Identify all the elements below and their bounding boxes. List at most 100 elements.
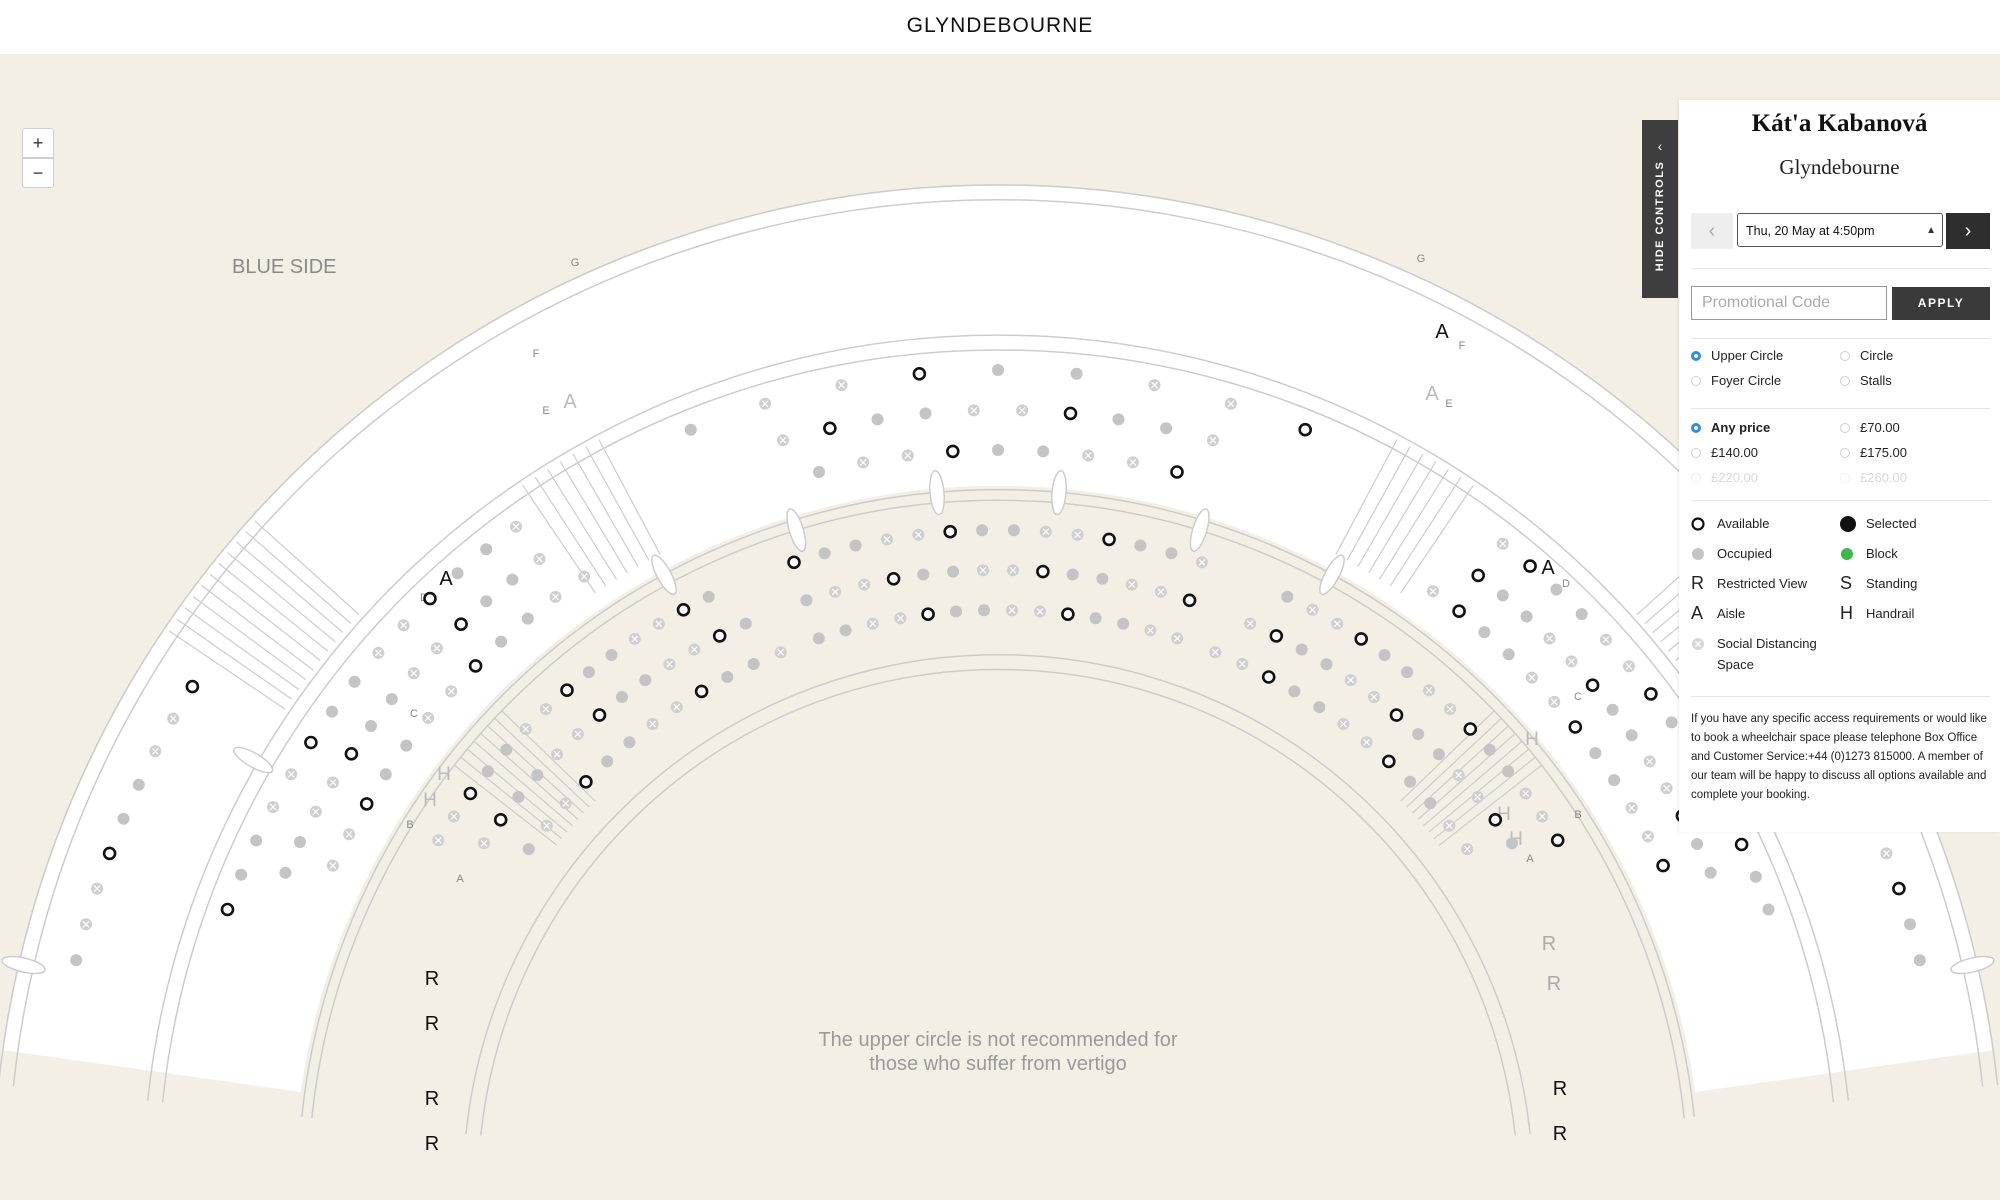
seat[interactable] bbox=[1102, 532, 1116, 547]
seat[interactable] bbox=[1568, 720, 1583, 734]
available-seat-icon[interactable] bbox=[1892, 881, 1906, 896]
seat[interactable] bbox=[943, 524, 958, 539]
available-seat-icon[interactable] bbox=[1550, 833, 1565, 848]
seat[interactable] bbox=[676, 602, 691, 617]
seat[interactable] bbox=[579, 774, 593, 789]
available-seat-icon[interactable] bbox=[1063, 406, 1078, 421]
seat[interactable] bbox=[886, 571, 901, 586]
available-seat-icon[interactable] bbox=[1382, 754, 1396, 769]
seat[interactable] bbox=[102, 846, 117, 861]
available-seat-icon[interactable] bbox=[712, 629, 727, 643]
date-select[interactable]: Thu, 20 May at 4:50pm ▲ bbox=[1737, 213, 1943, 247]
available-seat-icon[interactable] bbox=[1061, 607, 1075, 622]
available-seat-icon[interactable] bbox=[1102, 532, 1116, 547]
seat[interactable] bbox=[1354, 632, 1368, 646]
available-seat-icon[interactable] bbox=[493, 812, 508, 827]
available-seat-icon[interactable] bbox=[1354, 632, 1368, 646]
zoom-out-button[interactable]: − bbox=[22, 158, 54, 188]
seat[interactable] bbox=[493, 812, 508, 827]
seat[interactable] bbox=[220, 902, 235, 917]
seat[interactable] bbox=[560, 683, 574, 698]
available-seat-icon[interactable] bbox=[1585, 678, 1600, 693]
seat[interactable] bbox=[1389, 708, 1404, 722]
available-seat-icon[interactable] bbox=[1568, 720, 1583, 734]
seat[interactable] bbox=[1382, 754, 1396, 769]
seat[interactable] bbox=[1550, 833, 1565, 848]
seat[interactable] bbox=[823, 421, 837, 436]
available-seat-icon[interactable] bbox=[1656, 858, 1670, 873]
seat[interactable] bbox=[1269, 629, 1284, 643]
seat[interactable] bbox=[787, 555, 801, 570]
area-option-upper-circle[interactable]: Upper Circle bbox=[1691, 348, 1783, 363]
area-option-foyer-circle[interactable]: Foyer Circle bbox=[1691, 373, 1781, 388]
seat[interactable] bbox=[344, 746, 359, 761]
available-seat-icon[interactable] bbox=[1036, 564, 1050, 579]
available-seat-icon[interactable] bbox=[1298, 422, 1312, 437]
seat[interactable] bbox=[921, 607, 935, 622]
seat[interactable] bbox=[1585, 678, 1600, 693]
seat[interactable] bbox=[1471, 568, 1485, 583]
seat[interactable] bbox=[1170, 465, 1184, 479]
seat[interactable] bbox=[463, 786, 478, 801]
available-seat-icon[interactable] bbox=[220, 902, 235, 917]
seat[interactable] bbox=[1261, 670, 1276, 684]
seat[interactable] bbox=[1488, 812, 1503, 827]
seat[interactable] bbox=[592, 708, 607, 722]
available-seat-icon[interactable] bbox=[304, 735, 318, 750]
apply-button[interactable]: APPLY bbox=[1892, 287, 1990, 320]
seat[interactable] bbox=[304, 735, 318, 750]
available-seat-icon[interactable] bbox=[463, 786, 478, 801]
seat[interactable] bbox=[468, 659, 483, 673]
price-option-any[interactable]: Any price bbox=[1691, 420, 1770, 435]
previous-date-button[interactable]: ‹ bbox=[1691, 213, 1733, 249]
available-seat-icon[interactable] bbox=[468, 659, 483, 673]
seat[interactable] bbox=[1892, 881, 1906, 896]
available-seat-icon[interactable] bbox=[676, 602, 691, 617]
seat[interactable] bbox=[1063, 406, 1078, 421]
available-seat-icon[interactable] bbox=[185, 679, 200, 694]
available-seat-icon[interactable] bbox=[1261, 670, 1276, 684]
seat[interactable] bbox=[1523, 559, 1537, 573]
seat[interactable] bbox=[945, 444, 960, 459]
seat[interactable] bbox=[185, 679, 200, 694]
available-seat-icon[interactable] bbox=[943, 524, 958, 539]
seat[interactable] bbox=[1182, 593, 1197, 608]
price-option-70[interactable]: £70.00 bbox=[1840, 420, 1900, 435]
seat[interactable] bbox=[1656, 858, 1670, 873]
available-seat-icon[interactable] bbox=[1523, 559, 1537, 573]
seat[interactable] bbox=[454, 617, 468, 632]
available-seat-icon[interactable] bbox=[1182, 593, 1197, 608]
next-date-button[interactable]: › bbox=[1946, 213, 1990, 249]
available-seat-icon[interactable] bbox=[1471, 568, 1485, 583]
available-seat-icon[interactable] bbox=[1463, 722, 1478, 736]
available-seat-icon[interactable] bbox=[579, 774, 593, 789]
area-option-circle[interactable]: Circle bbox=[1840, 348, 1893, 363]
zoom-in-button[interactable]: + bbox=[22, 128, 54, 158]
seat[interactable] bbox=[1061, 607, 1075, 622]
seat[interactable] bbox=[423, 591, 437, 606]
seat[interactable] bbox=[1452, 604, 1466, 619]
area-option-stalls[interactable]: Stalls bbox=[1840, 373, 1892, 388]
available-seat-icon[interactable] bbox=[1389, 708, 1404, 722]
available-seat-icon[interactable] bbox=[344, 746, 359, 761]
available-seat-icon[interactable] bbox=[1269, 629, 1284, 643]
seat[interactable] bbox=[1463, 722, 1478, 736]
available-seat-icon[interactable] bbox=[787, 555, 801, 570]
available-seat-icon[interactable] bbox=[102, 846, 117, 861]
seat[interactable] bbox=[912, 366, 927, 381]
seat[interactable] bbox=[712, 629, 727, 643]
available-seat-icon[interactable] bbox=[921, 607, 935, 622]
price-option-175[interactable]: £175.00 bbox=[1840, 445, 1907, 460]
seat[interactable] bbox=[359, 797, 374, 811]
hide-controls-tab[interactable]: ‹ HIDE CONTROLS bbox=[1642, 120, 1678, 298]
available-seat-icon[interactable] bbox=[592, 708, 607, 722]
available-seat-icon[interactable] bbox=[1644, 687, 1658, 701]
available-seat-icon[interactable] bbox=[560, 683, 574, 698]
available-seat-icon[interactable] bbox=[912, 366, 927, 381]
seat[interactable] bbox=[1036, 564, 1050, 579]
available-seat-icon[interactable] bbox=[1170, 465, 1184, 479]
seat[interactable] bbox=[694, 684, 709, 699]
available-seat-icon[interactable] bbox=[823, 421, 837, 436]
available-seat-icon[interactable] bbox=[1452, 604, 1466, 619]
seat[interactable] bbox=[1734, 837, 1749, 852]
